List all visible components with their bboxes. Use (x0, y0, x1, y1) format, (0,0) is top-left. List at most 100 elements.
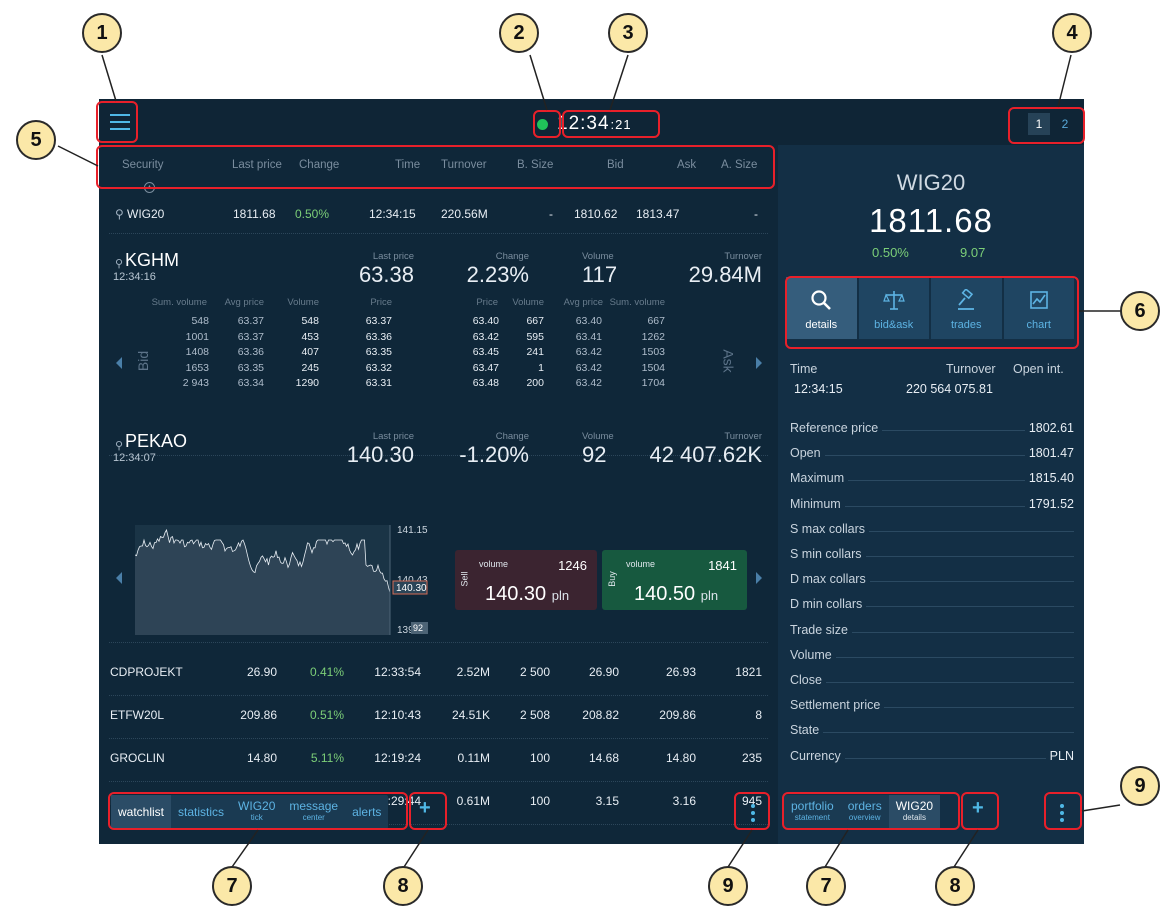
label-last: Last price (372, 251, 414, 262)
field-value: 1791.52 (1024, 496, 1074, 511)
bid-volume: 407 (301, 346, 319, 358)
row-bid: 3.15 (595, 794, 619, 808)
field-leader-line (790, 732, 1074, 734)
sell-label: Sell (459, 571, 470, 587)
highlight-detail-tabs (785, 276, 1079, 349)
bid-price: 63.32 (365, 361, 392, 374)
field-label: D min collars (790, 597, 867, 612)
bid-avg-price: 63.36 (237, 346, 264, 358)
details-panel: WIG20 1811.68 0.50% 9.07 details bid&ask… (778, 145, 1084, 844)
pekao-turnover: 42 407.62K (649, 442, 762, 467)
row-turnover: 24.51K (451, 708, 490, 722)
row-b-size: - (549, 207, 553, 221)
sell-price: 140.30 (485, 583, 547, 605)
highlight-right-kebab (1044, 792, 1082, 830)
highlight-right-tabs (782, 792, 960, 830)
callout-5: 5 (16, 120, 56, 160)
watchlist-panel: Security Last price Change Time Turnover… (99, 145, 778, 844)
next-arrow-icon[interactable] (756, 357, 762, 369)
ask-price: 63.42 (472, 330, 499, 343)
ask-label: Ask (720, 349, 737, 373)
detail-field: Close (790, 673, 1074, 691)
detail-field: D min collars (790, 597, 1074, 615)
label-volume: Volume (582, 251, 614, 262)
field-label: Reference price (790, 421, 883, 435)
ask-sum-volume: 1262 (641, 330, 665, 343)
prev-arrow-icon[interactable] (116, 357, 122, 369)
bid-label: Bid (135, 350, 152, 372)
kghm-last: 63.38 (358, 262, 414, 287)
next-arrow-icon[interactable] (756, 572, 762, 584)
details-price: 1811.68 (869, 202, 993, 239)
bid-avg-price-header: Avg price (224, 297, 264, 308)
buy-button[interactable]: Buy volume 1841 140.50 pln (602, 550, 747, 610)
detail-field: Settlement price (790, 698, 1074, 716)
detail-field: S max collars (790, 521, 1074, 540)
sell-price-block: 140.30 pln (485, 583, 569, 606)
bid-avg-price: 63.34 (237, 377, 264, 389)
row-turnover: 0.61M (456, 794, 490, 808)
detail-field: State (790, 723, 1074, 741)
highlight-menu (96, 101, 138, 143)
pin-icon[interactable]: ⚲ (115, 257, 123, 270)
details-change-abs: 9.07 (960, 245, 986, 260)
security-name: KGHM (125, 250, 179, 270)
bid-avg-price: 63.35 (237, 361, 264, 374)
field-value: 1815.40 (1024, 471, 1074, 486)
divider (109, 695, 768, 696)
label-turnover: Turnover (724, 431, 762, 442)
field-label: Trade size (790, 622, 852, 637)
callout-8b: 8 (935, 866, 975, 906)
sell-button[interactable]: Sell volume 1246 140.30 pln (455, 550, 597, 610)
kghm-volume: 117 (582, 262, 618, 287)
bid-price: 63.31 (365, 377, 392, 389)
row-bid: 26.90 (588, 665, 619, 679)
row-turnover: 2.52M (456, 665, 490, 679)
prev-arrow-icon[interactable] (116, 572, 122, 584)
ask-volume: 1 (538, 361, 544, 374)
ask-price: 63.45 (472, 346, 499, 358)
callout-2: 2 (499, 13, 539, 53)
detail-field: Maximum 1815.40 (790, 471, 1074, 489)
row-change: 5.11% (310, 751, 344, 765)
pin-icon[interactable]: ⚲ (115, 207, 124, 221)
detail-field: Reference price 1802.61 (790, 421, 1074, 439)
row-last: 26.90 (246, 665, 277, 679)
tick-chart[interactable]: 141.15 140.43 140.30 139 92 (135, 525, 430, 635)
ask-avg-price: 63.42 (575, 361, 602, 374)
row-b-size: 100 (529, 794, 550, 808)
row-time: 12:34:15 (369, 207, 416, 221)
row-time: 12:33:54 (374, 665, 421, 679)
pin-icon[interactable]: ⚲ (115, 439, 123, 452)
row-b-size: 100 (529, 751, 550, 765)
field-label: Close (790, 673, 826, 687)
bid-sum-volume: 1653 (185, 361, 209, 374)
callout-6: 6 (1120, 291, 1160, 331)
pekao-volume: 92 (582, 442, 607, 467)
row-name: WIG20 (127, 207, 165, 221)
sell-volume-label: volume (479, 559, 509, 569)
label-change: Change (495, 431, 529, 442)
detail-field: Minimum 1791.52 (790, 496, 1074, 515)
annotated-screenshot: 12:34:21 1 2 Security Last price Change … (0, 0, 1166, 924)
ask-volume: 241 (526, 346, 544, 358)
bid-volume: 1290 (295, 377, 319, 389)
callout-7b: 7 (806, 866, 846, 906)
field-label: Minimum (790, 496, 845, 511)
callout-1: 1 (82, 13, 122, 53)
ask-volume: 200 (526, 377, 544, 389)
field-value: 1801.47 (1024, 446, 1074, 461)
row-name: ETFW20L (110, 708, 165, 722)
open-int-label: Open int. (1013, 362, 1064, 376)
highlight-pages (1008, 107, 1085, 144)
highlight-left-tabs (108, 792, 408, 830)
pekao-change: -1.20% (459, 442, 529, 467)
highlight-status (533, 110, 561, 138)
bid-sum-volume-header: Sum. volume (151, 297, 207, 308)
bid-volume: 245 (301, 361, 319, 374)
row-turnover: 220.56M (441, 207, 488, 221)
details-title: WIG20 (896, 170, 966, 195)
sell-unit: pln (551, 588, 570, 603)
row-time: 12:19:24 (374, 751, 421, 765)
bid-avg-price: 63.37 (237, 315, 264, 327)
